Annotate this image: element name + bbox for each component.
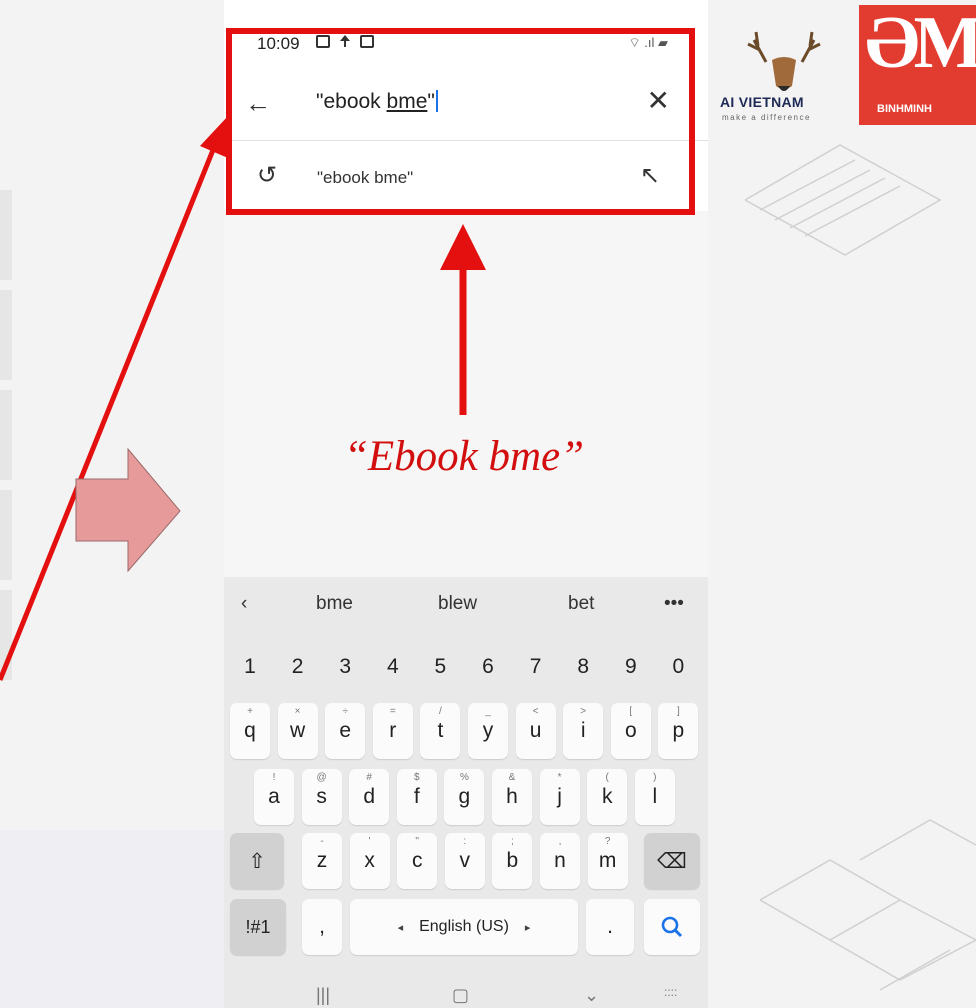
binhminh-text: BINHMINH xyxy=(877,103,932,115)
ai-vietnam-logo: AI VIETNAM make a difference xyxy=(716,20,852,126)
right-arrow-icon xyxy=(75,447,181,573)
binhminh-logo: ƏM BINHMINH xyxy=(859,2,976,125)
binhminh-monogram: ƏM xyxy=(865,2,976,84)
ai-vietnam-tagline: make a difference xyxy=(722,113,811,122)
deer-icon xyxy=(747,31,821,91)
ai-vietnam-text: AI VIETNAM xyxy=(720,94,804,110)
callout-label: “Ebook bme” xyxy=(343,433,585,480)
